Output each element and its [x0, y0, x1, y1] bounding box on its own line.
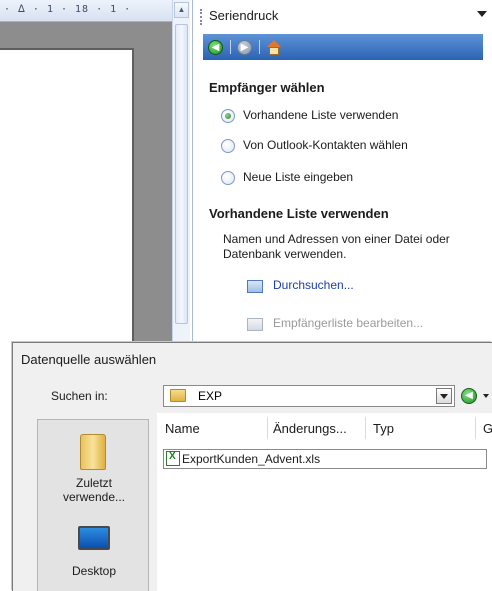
select-recipients-heading: Empfänger wählen [209, 80, 325, 95]
option-label: Neue Liste eingeben [243, 170, 354, 184]
column-header-modified[interactable]: Änderungs... [273, 421, 347, 436]
table-row[interactable]: ExportKunden_Advent.xls [163, 449, 487, 469]
chevron-down-icon[interactable] [483, 394, 489, 398]
radio-button[interactable] [221, 171, 235, 185]
horizontal-ruler[interactable]: · ᐃ · 1 · 18 · 1 · [0, 0, 172, 22]
column-divider[interactable] [475, 417, 476, 439]
chevron-down-icon[interactable] [436, 388, 452, 404]
column-header-name[interactable]: Name [165, 421, 200, 436]
place-desktop[interactable]: Desktop [38, 526, 150, 586]
nav-separator [259, 40, 260, 54]
edit-list-icon [247, 318, 263, 331]
column-divider[interactable] [267, 417, 268, 439]
look-in-label: Suchen in: [51, 389, 108, 403]
task-pane-header: Seriendruck [193, 0, 492, 32]
browse-icon [247, 280, 263, 293]
back-arrow-icon[interactable]: ◀ [461, 388, 477, 404]
radio-button[interactable] [221, 139, 235, 153]
column-header-type[interactable]: Typ [373, 421, 394, 436]
task-pane-nav-bar: ◀ ▶ [203, 34, 483, 60]
section-description: Namen und Adressen von einer Datei oder … [223, 232, 450, 261]
home-button[interactable] [263, 37, 285, 57]
task-pane-title: Seriendruck [209, 8, 279, 23]
place-label: verwende... [62, 490, 126, 504]
back-button[interactable]: ◀ [205, 37, 227, 57]
desktop-icon [78, 526, 110, 550]
nav-separator [230, 40, 231, 54]
place-label: Zuletzt [75, 476, 112, 490]
option-label: Vorhandene Liste verwenden [243, 108, 399, 122]
scroll-up-button[interactable]: ▲ [174, 2, 189, 18]
forward-button[interactable]: ▶ [234, 37, 256, 57]
look-in-value: EXP [198, 389, 223, 403]
column-header-size[interactable]: G [483, 421, 492, 436]
browse-link-label[interactable]: Durchsuchen... [273, 278, 354, 292]
edit-recipients-label: Empfängerliste bearbeiten... [273, 316, 424, 330]
place-label: Desktop [71, 564, 117, 578]
places-bar: Zuletzt verwende... Desktop [37, 419, 149, 591]
file-name: ExportKunden_Advent.xls [182, 452, 321, 466]
dialog-title: Datenquelle auswählen [21, 352, 157, 367]
back-arrow-icon: ◀ [208, 40, 223, 55]
excel-file-icon [166, 451, 180, 466]
look-in-combobox[interactable]: EXP [163, 385, 455, 407]
ruler-marks: · ᐃ · 1 · 18 · 1 · [4, 4, 132, 15]
scrollbar-thumb[interactable] [175, 24, 188, 324]
grip-icon[interactable] [200, 9, 202, 25]
home-icon [267, 40, 281, 47]
task-pane-menu-button[interactable] [477, 11, 487, 17]
home-icon-body [269, 47, 279, 55]
forward-arrow-icon: ▶ [237, 40, 252, 55]
use-existing-list-heading: Vorhandene Liste verwenden [209, 206, 389, 221]
recent-folder-icon [80, 434, 106, 470]
folder-icon [170, 389, 186, 402]
option-label: Von Outlook-Kontakten wählen [243, 138, 408, 152]
place-recent[interactable]: Zuletzt verwende... [38, 434, 150, 504]
file-list[interactable]: Name Änderungs... Typ G ExportKunden_Adv… [157, 413, 492, 591]
select-data-source-dialog: Datenquelle auswählen Suchen in: EXP ◀ Z… [12, 342, 492, 591]
column-divider[interactable] [365, 417, 366, 439]
radio-button-selected[interactable] [221, 109, 235, 123]
